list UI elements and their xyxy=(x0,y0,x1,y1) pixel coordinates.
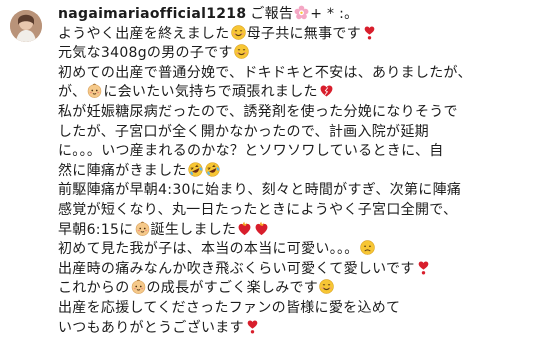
baby-face-icon xyxy=(131,279,146,295)
caption-line: 然に陣痛がきました xyxy=(58,162,538,182)
caption-line: に。。。いつ産まれるのかな？とソワソワしているときに、自 xyxy=(58,142,538,162)
caption-text: nagaimariaofficial1218 ご報告 + * :。ようやく出産を終え… xyxy=(58,5,538,338)
caption-text-segment: に会いたい気持ちで頑張れました xyxy=(103,84,318,101)
caption-text-segment: が、 xyxy=(58,84,87,101)
caption-text-segment: 元気な3408gの男の子です xyxy=(58,45,233,62)
caption-line: いつもありがとうございます xyxy=(58,319,538,339)
caption-line: 私が妊娠糖尿病だったので、誘発剤を使った分娩になりそうで xyxy=(58,103,538,123)
caption-text-segment: 出産時の痛みなんか吹き飛ぶくらい可愛くて愛しいです xyxy=(58,260,415,277)
smiling-face-icon xyxy=(230,24,246,40)
caption-line: 初めての出産で普通分娩で、ドキドキと不安は、ありましたが、 xyxy=(58,64,538,84)
caption-text-segment: これからの xyxy=(58,280,130,297)
caption-text-segment: 前駆陣痛が早朝4:30に始まり、刻々と時間がすぎ、次第に陣痛 xyxy=(58,182,462,199)
caption-text-segment: 出産を応援してくださったファンの皆様に愛を込めて xyxy=(58,299,401,316)
caption-text-segment: 然に陣痛がきました xyxy=(58,162,187,179)
avatar[interactable] xyxy=(10,10,42,42)
caption-text-segment: の成長がすごく楽しみです xyxy=(146,280,319,297)
caption-text-segment: に。。。いつ産まれるのかな？とソワソワしているときに、自 xyxy=(58,143,444,160)
caption-text-segment: ようやく出産を終えました xyxy=(58,25,230,42)
caption-line: これからの の成長がすごく楽しみです xyxy=(58,279,538,299)
caption-text-segment: 感覚が短くなり、丸一日たったときにようやく子宮口全開で、 xyxy=(58,201,458,218)
heart-on-fire-icon xyxy=(237,221,252,236)
caption-line: nagaimariaofficial1218 ご報告 + * :。 xyxy=(58,5,538,25)
heart-on-fire-icon xyxy=(254,221,269,236)
caption-line: 早朝6:15に 誕生しました xyxy=(58,221,538,241)
caption-line: 感覚が短くなり、丸一日たったときにようやく子宮口全開で、 xyxy=(58,201,538,221)
caption-line: 元気な3408gの男の子です xyxy=(58,44,538,64)
caption-line: したが、子宮口が全く開かなかったので、計画入院が延期 xyxy=(58,123,538,143)
heart-exclamation-icon xyxy=(245,319,260,334)
caption-line: 出産時の痛みなんか吹き飛ぶくらい可愛くて愛しいです xyxy=(58,260,538,280)
mending-heart-icon xyxy=(319,83,334,98)
rofl-face-icon xyxy=(205,162,220,177)
caption-text-segment: ご報告 xyxy=(250,6,294,22)
caption-text-segment: 初めて見た我が子は、本当の本当に可愛い。。。 xyxy=(58,241,359,258)
heart-exclamation-icon xyxy=(416,260,431,275)
caption-text-segment: いつもありがとうございます xyxy=(58,319,244,336)
caption-text-segment: 初めての出産で普通分娩で、ドキドキと不安は、ありましたが、 xyxy=(58,64,472,81)
smiling-face-icon xyxy=(233,44,249,59)
heart-exclamation-icon xyxy=(362,25,377,40)
caption-line: 出産を応援してくださったファンの皆様に愛を込めて xyxy=(58,299,538,319)
caption-line: が、 に会いたい気持ちで頑張れました xyxy=(58,83,538,103)
smiling-face-icon xyxy=(319,279,334,295)
caption-text-segment: 母子共に無事です xyxy=(246,25,362,42)
instagram-caption-post: nagaimariaofficial1218 ご報告 + * :。ようやく出産を終え… xyxy=(0,0,542,359)
caption-line: ようやく出産を終えました 母子共に無事です xyxy=(58,24,538,45)
caption-line: 初めて見た我が子は、本当の本当に可愛い。。。 xyxy=(58,240,538,260)
baby-face-icon xyxy=(135,221,150,236)
caption-text-segment: したが、子宮口が全く開かなかったので、計画入院が延期 xyxy=(58,123,429,140)
username[interactable]: nagaimariaofficial1218 xyxy=(58,6,246,22)
flower-icon xyxy=(294,5,309,20)
caption-text-segment: 私が妊娠糖尿病だったので、誘発剤を使った分娩になりそうで xyxy=(58,103,458,120)
rofl-face-icon xyxy=(188,162,203,177)
caption-text-segment: 誕生しました xyxy=(150,221,237,238)
caption-line: 前駆陣痛が早朝4:30に始まり、刻々と時間がすぎ、次第に陣痛 xyxy=(58,181,538,201)
caption-text-segment: 早朝6:15に xyxy=(58,221,134,238)
caption-text-segment: + * :。 xyxy=(310,6,359,22)
sad-face-icon xyxy=(359,240,375,255)
baby-face-icon xyxy=(87,83,102,99)
